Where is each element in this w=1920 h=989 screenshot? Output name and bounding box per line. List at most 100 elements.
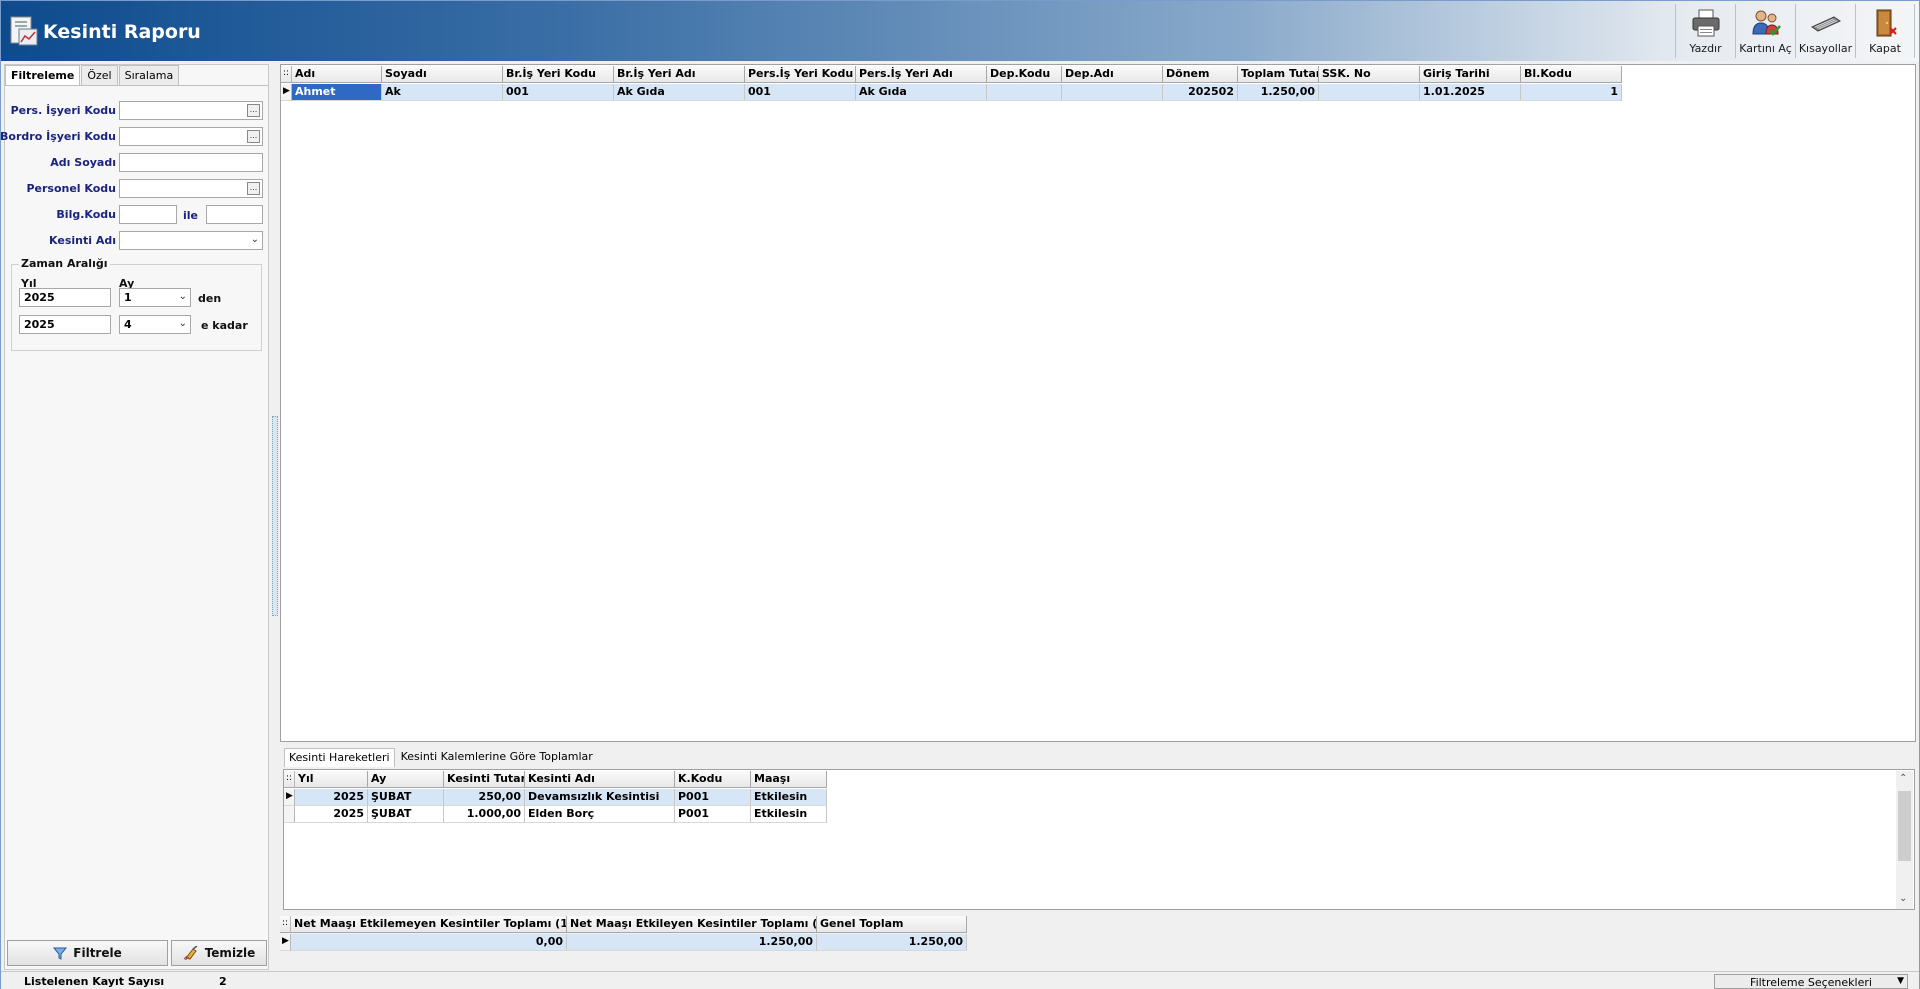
payroll-workplace-label: Bordro İşyeri Kodu [0, 130, 116, 143]
column-header[interactable]: Bl.Kodu [1521, 66, 1622, 83]
grid-menu-icon[interactable]: :: [284, 771, 295, 788]
column-header[interactable]: Kesinti Adı [525, 771, 675, 788]
detail-vertical-scrollbar[interactable]: ⌃ ⌄ [1896, 771, 1913, 909]
from-month-select[interactable]: 1 ⌄ [119, 288, 191, 307]
funnel-icon [53, 947, 68, 960]
column-header[interactable]: Toplam Tutar [1238, 66, 1319, 83]
open-card-button[interactable]: Kartını Aç [1735, 4, 1795, 58]
detail-grid: ⌃ ⌄ :: Yıl Ay Kesinti Tutarı Kesinti Adı K.Ko… [283, 769, 1915, 910]
ellipsis-lookup-icon[interactable]: ... [247, 130, 260, 143]
column-header[interactable]: Net Maaşı Etkilemeyen Kesintiler Toplamı… [291, 916, 567, 933]
deduction-name-select[interactable]: ⌄ [119, 231, 263, 250]
column-header[interactable]: Dep.Kodu [987, 66, 1062, 83]
panel-splitter[interactable] [272, 416, 278, 616]
table-cell[interactable]: Elden Borç [525, 806, 675, 823]
column-header[interactable]: Giriş Tarihi [1420, 66, 1521, 83]
table-cell[interactable]: 1.250,00 [567, 934, 817, 951]
table-cell[interactable]: ŞUBAT [368, 789, 444, 806]
from-year-input[interactable]: 2025 [19, 288, 111, 307]
scroll-up-icon[interactable]: ⌃ [1899, 773, 1907, 784]
filter-button[interactable]: Filtrele [7, 940, 168, 966]
table-cell[interactable]: 001 [503, 84, 614, 101]
table-cell[interactable]: 250,00 [444, 789, 525, 806]
info-code-to-input[interactable] [206, 205, 263, 224]
scroll-thumb[interactable] [1898, 791, 1911, 861]
table-cell[interactable]: 2025 [295, 789, 368, 806]
column-header[interactable]: Pers.İş Yeri Kodu [745, 66, 856, 83]
table-row[interactable]: ▶ 2025 ŞUBAT 250,00 Devamsızlık Kesintisi P00… [284, 789, 827, 806]
column-header[interactable]: Soyadı [382, 66, 503, 83]
column-header[interactable]: Kesinti Tutarı [444, 771, 525, 788]
column-header[interactable]: Maaşı [751, 771, 827, 788]
scroll-down-icon[interactable]: ⌄ [1899, 893, 1907, 904]
tab-special[interactable]: Özel [81, 65, 118, 85]
to-year-input[interactable]: 2025 [19, 315, 111, 334]
table-cell[interactable]: 001 [745, 84, 856, 101]
name-surname-input[interactable] [119, 153, 263, 172]
row-pointer-icon[interactable]: ▶ [281, 84, 292, 101]
table-row[interactable]: ▶ Ahmet Ak 001 Ak Gıda 001 Ak Gıda 202502 1.250,… [281, 84, 1622, 101]
table-cell[interactable] [987, 84, 1062, 101]
row-pointer-icon[interactable]: ▶ [284, 789, 295, 806]
column-header[interactable]: Yıl [295, 771, 368, 788]
print-label: Yazdır [1689, 42, 1722, 55]
table-cell[interactable]: 1.000,00 [444, 806, 525, 823]
tab-deduction-totals[interactable]: Kesinti Kalemlerine Göre Toplamlar [397, 748, 597, 767]
column-header[interactable]: Dönem [1163, 66, 1238, 83]
table-cell[interactable]: Ak Gıda [614, 84, 745, 101]
table-cell[interactable]: 1.250,00 [1238, 84, 1319, 101]
table-cell[interactable] [1319, 84, 1420, 101]
column-header[interactable]: Dep.Adı [1062, 66, 1163, 83]
to-month-select[interactable]: 4 ⌄ [119, 315, 191, 334]
table-cell[interactable]: Devamsızlık Kesintisi [525, 789, 675, 806]
table-row[interactable]: ▶ 0,00 1.250,00 1.250,00 [280, 934, 967, 951]
table-cell[interactable]: 1 [1521, 84, 1622, 101]
table-cell[interactable]: 1.01.2025 [1420, 84, 1521, 101]
column-header[interactable]: Adı [292, 66, 382, 83]
table-cell[interactable]: Etkilesin [751, 789, 827, 806]
filter-options-button[interactable]: Filtreleme Seçenekleri ▼ [1714, 974, 1908, 989]
tab-deduction-movements[interactable]: Kesinti Hareketleri [284, 748, 395, 767]
table-cell[interactable]: Ahmet [292, 84, 382, 101]
column-header[interactable]: Genel Toplam [817, 916, 967, 933]
table-cell[interactable]: Etkilesin [751, 806, 827, 823]
column-header[interactable]: K.Kodu [675, 771, 751, 788]
shortcuts-button[interactable]: Kısayollar [1795, 4, 1855, 58]
close-button[interactable]: Kapat [1855, 4, 1915, 58]
row-indicator[interactable] [284, 806, 295, 823]
grid-menu-icon[interactable]: :: [281, 66, 292, 83]
tab-filter[interactable]: Filtreleme [5, 65, 81, 85]
table-cell[interactable]: 2025 [295, 806, 368, 823]
table-cell[interactable]: ŞUBAT [368, 806, 444, 823]
info-code-row: Bilg.Kodu ile [5, 205, 267, 225]
payroll-workplace-input[interactable]: ... [119, 127, 263, 146]
table-cell[interactable]: 0,00 [291, 934, 567, 951]
pers-workplace-input[interactable]: ... [119, 101, 263, 120]
table-cell[interactable]: P001 [675, 806, 751, 823]
column-header[interactable]: Ay [368, 771, 444, 788]
table-cell[interactable]: P001 [675, 789, 751, 806]
grid-menu-icon[interactable]: :: [280, 916, 291, 933]
column-header[interactable]: Br.İş Yeri Kodu [503, 66, 614, 83]
table-cell[interactable]: 202502 [1163, 84, 1238, 101]
ellipsis-lookup-icon[interactable]: ... [247, 104, 260, 117]
column-header[interactable]: SSK. No [1319, 66, 1420, 83]
info-code-from-input[interactable] [119, 205, 177, 224]
table-cell[interactable]: Ak Gıda [856, 84, 987, 101]
record-count-label: Listelenen Kayıt Sayısı [24, 975, 165, 988]
column-header[interactable]: Net Maaşı Etkileyen Kesintiler Toplamı (… [567, 916, 817, 933]
row-pointer-icon[interactable]: ▶ [280, 934, 291, 951]
personnel-code-input[interactable]: ... [119, 179, 263, 198]
column-header[interactable]: Br.İş Yeri Adı [614, 66, 745, 83]
column-header[interactable]: Pers.İş Yeri Adı [856, 66, 987, 83]
print-button[interactable]: Yazdır [1675, 4, 1735, 58]
table-cell[interactable]: Ak [382, 84, 503, 101]
table-cell[interactable] [1062, 84, 1163, 101]
table-cell[interactable]: 1.250,00 [817, 934, 967, 951]
tab-sort[interactable]: Sıralama [118, 65, 180, 85]
clear-button[interactable]: Temizle [171, 940, 267, 966]
table-row[interactable]: 2025 ŞUBAT 1.000,00 Elden Borç P001 Etkilesin [284, 806, 827, 823]
ellipsis-lookup-icon[interactable]: ... [247, 182, 260, 195]
main-grid: :: Adı Soyadı Br.İş Yeri Kodu Br.İş Yeri Adı… [280, 64, 1916, 742]
filter-panel: Filtreleme Özel Sıralama Pers. İşyeri Ko… [0, 64, 269, 970]
